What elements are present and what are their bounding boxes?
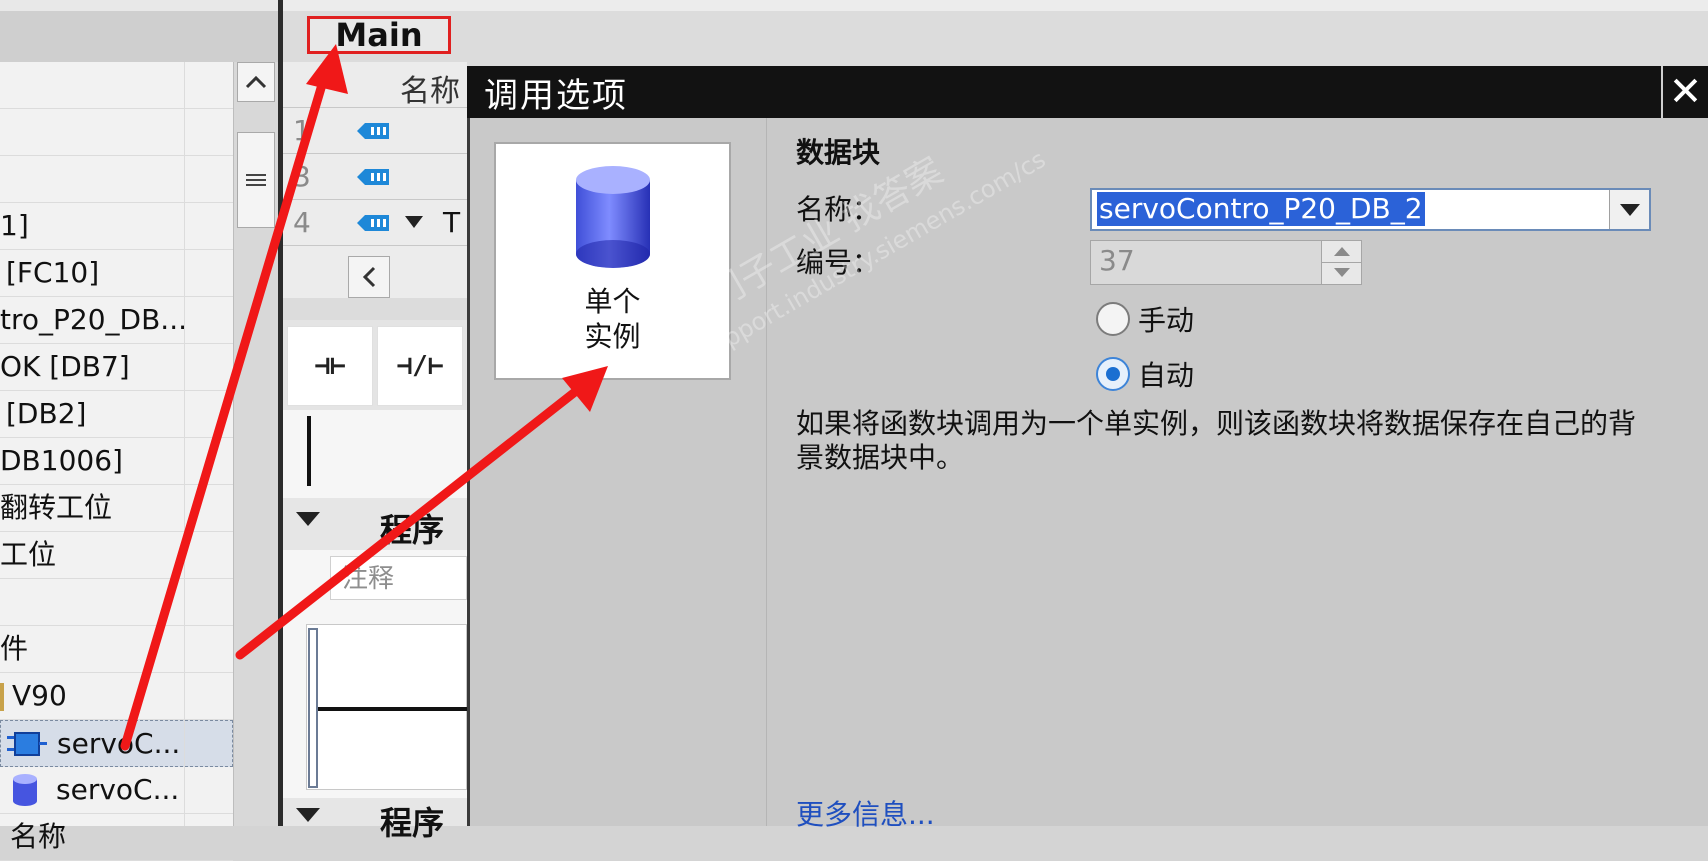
rung-left-rail (308, 628, 318, 788)
collapse-arrow-icon[interactable] (296, 512, 320, 526)
no-contact-button[interactable]: ⊣⊢ (287, 326, 373, 406)
tree-item[interactable]: V90 (0, 673, 233, 720)
chevron-left-icon (362, 266, 376, 288)
scroll-up-button[interactable] (237, 62, 275, 102)
table-row[interactable]: 3 (283, 154, 467, 200)
tree-column-divider (184, 62, 185, 826)
tree-item[interactable] (0, 579, 233, 626)
triangle-down-icon (1334, 268, 1350, 277)
rung-wire (318, 707, 467, 711)
database-icon (13, 774, 37, 806)
chevron-up-icon (245, 75, 267, 89)
row-number: 3 (293, 160, 311, 193)
tag-icon (357, 123, 389, 139)
tree-item-label: [FC10] (6, 256, 100, 289)
tree-item[interactable]: servoC... (0, 720, 233, 767)
main-block-tab[interactable]: Main (307, 16, 451, 54)
tree-item[interactable]: 工位 (0, 532, 233, 579)
dialog-title-bar[interactable] (467, 66, 1708, 118)
radio-manual-label[interactable]: 手动 (1138, 299, 1194, 339)
tree-item-label: 件 (0, 632, 29, 665)
spin-down-button (1322, 262, 1362, 283)
dialog-pane-divider (766, 118, 767, 826)
function-block-icon (7, 732, 47, 756)
tree-item[interactable] (0, 62, 233, 109)
editor-top-strip (283, 0, 1708, 11)
tree-item[interactable]: [DB2] (0, 391, 233, 438)
tree-item-label: 工位 (0, 538, 57, 571)
radio-auto-label[interactable]: 自动 (1138, 354, 1194, 394)
tree-item[interactable] (0, 156, 233, 203)
segment-title: 程序 (380, 511, 445, 549)
tree-item[interactable]: DB1006] (0, 438, 233, 485)
close-icon: ✕ (1668, 69, 1703, 115)
nc-contact-button[interactable]: ⊣/⊢ (377, 326, 463, 406)
section-title: 数据块 (796, 136, 881, 169)
tree-item-label: V90 (12, 679, 67, 712)
ladder-toolbar: ⊣⊢ ⊣/⊢ (283, 320, 467, 410)
close-button[interactable]: ✕ (1663, 66, 1708, 118)
tree-item-label: tro_P20_DB... (0, 303, 187, 336)
expand-arrow-icon[interactable] (405, 216, 423, 228)
tag-icon (357, 215, 389, 231)
number-spinner (1321, 241, 1362, 284)
db-number-value: 37 (1099, 244, 1135, 277)
tree-item[interactable]: 翻转工位 (0, 485, 233, 532)
tree-item[interactable]: 1] (0, 203, 233, 250)
tree-item[interactable]: 件 (0, 626, 233, 673)
comment-placeholder: 注释 (342, 564, 395, 594)
row-number: 4 (293, 206, 311, 239)
spin-up-button (1322, 241, 1362, 263)
row-number: 1 (293, 114, 311, 147)
tree-item-label: 1] (0, 209, 29, 242)
grip-icon (246, 174, 266, 186)
dialog-title: 调用选项 (484, 76, 628, 116)
collapse-arrow-icon[interactable] (296, 808, 320, 822)
tree-item-label: 翻转工位 (0, 491, 113, 524)
tree-item[interactable] (0, 109, 233, 156)
radio-manual[interactable] (1096, 302, 1130, 336)
database-icon (576, 166, 650, 268)
main-tab-label: Main (335, 16, 423, 54)
scroll-left-button[interactable] (348, 256, 390, 298)
table-row[interactable]: 4 T (283, 200, 467, 246)
description-text: 如果将函数块调用为一个单实例，则该函数块将数据保存在自己的背景数据块中。 (796, 407, 1637, 474)
tree-item-label: servoC... (57, 727, 181, 760)
tree-item-label: DB1006] (0, 444, 123, 477)
tree-item-label: OK [DB7] (0, 350, 130, 383)
tree-item[interactable]: [FC10] (0, 250, 233, 297)
tree-item[interactable]: tro_P20_DB... (0, 297, 233, 344)
triangle-up-icon (1334, 247, 1350, 256)
tree-item-label: 名称 (10, 820, 67, 853)
folder-icon (0, 683, 4, 711)
no-contact-icon: ⊣⊢ (314, 351, 346, 381)
db-name-value[interactable]: servoContro_P20_DB_2 (1097, 192, 1425, 226)
more-info-link[interactable]: 更多信息... (796, 793, 935, 833)
nc-contact-icon: ⊣/⊢ (396, 351, 444, 381)
tree-item[interactable]: 名称 (0, 814, 233, 861)
table-row[interactable]: 1 (283, 108, 467, 154)
scroll-thumb[interactable] (237, 132, 275, 228)
chevron-down-icon (1619, 203, 1640, 216)
tree-top-strip (0, 0, 278, 11)
tree-header (0, 11, 278, 62)
column-header-name: 名称 (400, 74, 460, 109)
tree-item-label: [DB2] (6, 397, 87, 430)
row-label: T (443, 206, 461, 239)
tree-item[interactable]: servoC... (0, 767, 233, 814)
tree-item-label: servoC... (56, 773, 180, 806)
segment-title-2: 程序 (380, 804, 445, 842)
tag-icon (357, 169, 389, 185)
tree-scrollbar[interactable] (233, 62, 278, 826)
power-rail (307, 416, 311, 486)
dropdown-button[interactable] (1609, 190, 1649, 229)
radio-auto[interactable] (1096, 357, 1130, 391)
tree-item[interactable]: OK [DB7] (0, 344, 233, 391)
